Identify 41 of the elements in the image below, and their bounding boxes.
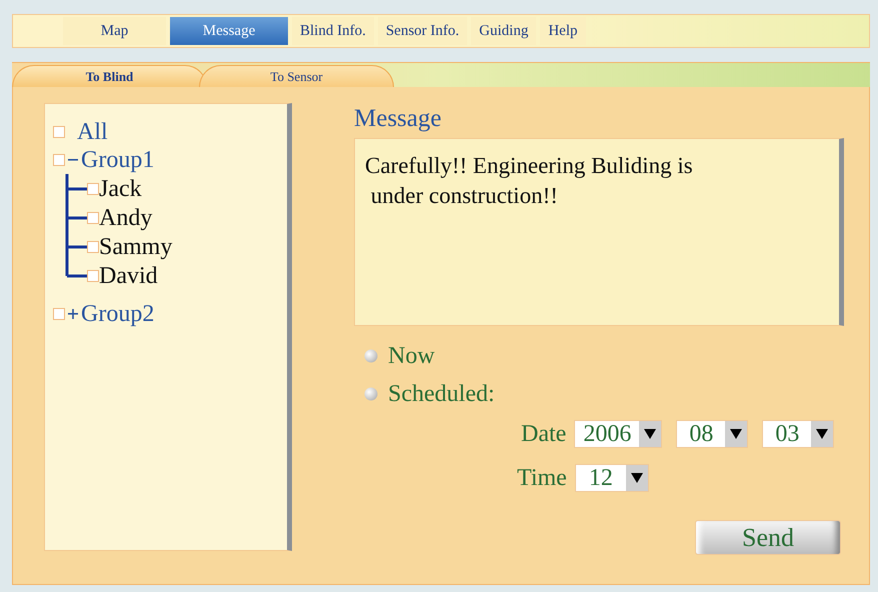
checkbox[interactable] bbox=[53, 308, 65, 320]
checkbox[interactable] bbox=[87, 240, 99, 252]
message-field[interactable]: Carefully!! Engineering Buliding is under construction!! bbox=[354, 138, 844, 326]
tree-item[interactable]: Group2 bbox=[81, 300, 154, 328]
dropdown-arrow-icon bbox=[630, 473, 643, 483]
checkbox[interactable] bbox=[53, 126, 65, 138]
nav-tab[interactable]: Message bbox=[170, 17, 288, 45]
time-label: Time bbox=[517, 464, 567, 492]
tree-item[interactable]: All bbox=[77, 118, 108, 146]
dropdown[interactable]: 2006 bbox=[574, 420, 662, 448]
tree-branch-line bbox=[65, 203, 87, 232]
nav-tab[interactable]: Blind Info. bbox=[292, 17, 374, 45]
dropdown[interactable]: 03 bbox=[762, 420, 834, 448]
tree-item[interactable]: Andy bbox=[99, 204, 152, 232]
checkbox[interactable] bbox=[87, 182, 99, 194]
dropdown[interactable]: 12 bbox=[574, 464, 649, 492]
tree-item[interactable]: David bbox=[99, 262, 158, 290]
dropdown[interactable]: 08 bbox=[676, 420, 748, 448]
tree-item[interactable]: Group1 bbox=[81, 146, 154, 174]
nav-tab[interactable]: Guiding bbox=[471, 17, 536, 45]
radio-label: Now bbox=[388, 342, 435, 370]
nav-tab[interactable]: Sensor Info. bbox=[378, 17, 468, 45]
radio-button[interactable] bbox=[364, 387, 378, 401]
checkbox[interactable] bbox=[53, 154, 65, 166]
radio-label: Scheduled: bbox=[388, 380, 495, 408]
date-label: Date bbox=[521, 420, 566, 448]
tree-item[interactable]: Sammy bbox=[99, 232, 172, 260]
dropdown-arrow-icon bbox=[644, 429, 656, 439]
dropdown-arrow-icon bbox=[816, 429, 828, 439]
expand-icon[interactable] bbox=[67, 308, 79, 320]
radio-button[interactable] bbox=[364, 349, 378, 363]
checkbox[interactable] bbox=[87, 212, 99, 224]
checkbox[interactable] bbox=[87, 270, 99, 282]
send-button[interactable]: Send bbox=[695, 520, 841, 555]
message-label: Message bbox=[354, 104, 442, 134]
dropdown-arrow-icon bbox=[730, 429, 742, 439]
sub-tab[interactable]: To Sensor bbox=[199, 65, 394, 87]
tree-branch-line bbox=[65, 174, 87, 203]
nav-tab[interactable]: Map bbox=[63, 17, 166, 45]
tree-item[interactable]: Jack bbox=[99, 174, 142, 202]
nav-tab[interactable]: Help bbox=[540, 17, 586, 45]
